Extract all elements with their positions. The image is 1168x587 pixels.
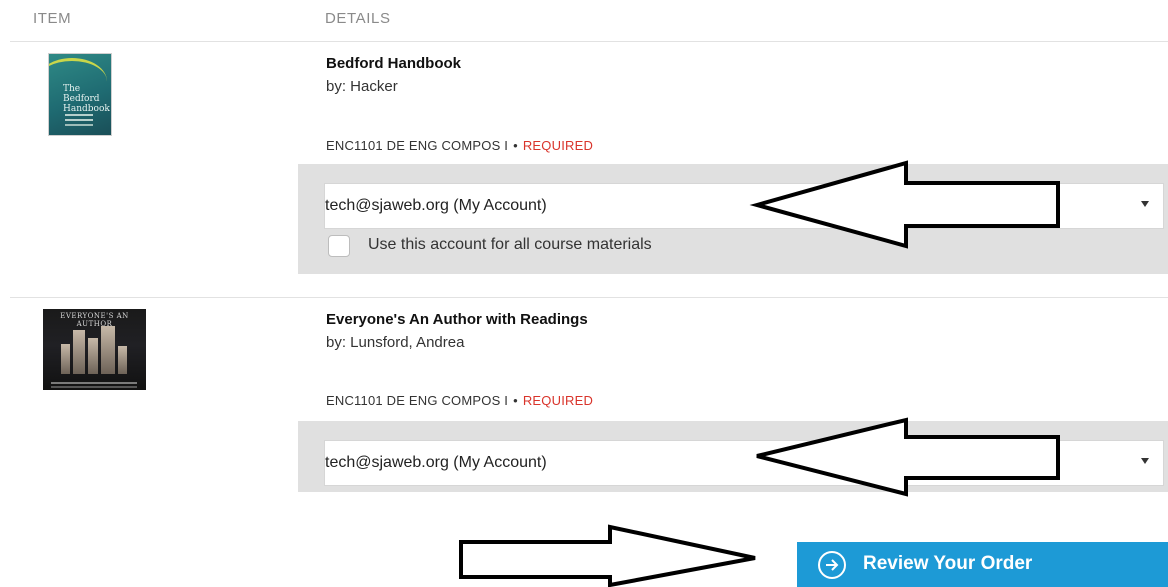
annotation-arrow-right-icon — [459, 524, 756, 587]
cart-page: ITEM DETAILS The Bedford Handbook Bedford … — [0, 0, 1168, 587]
annotation-arrows — [459, 160, 1060, 587]
review-order-label: Review Your Order — [863, 553, 1033, 574]
review-order-button[interactable]: Review Your Order — [797, 542, 1168, 587]
arrow-right-circle-icon — [818, 551, 846, 579]
annotation-arrow-left-icon — [756, 417, 1060, 497]
annotation-arrow-left-icon — [749, 160, 1060, 249]
